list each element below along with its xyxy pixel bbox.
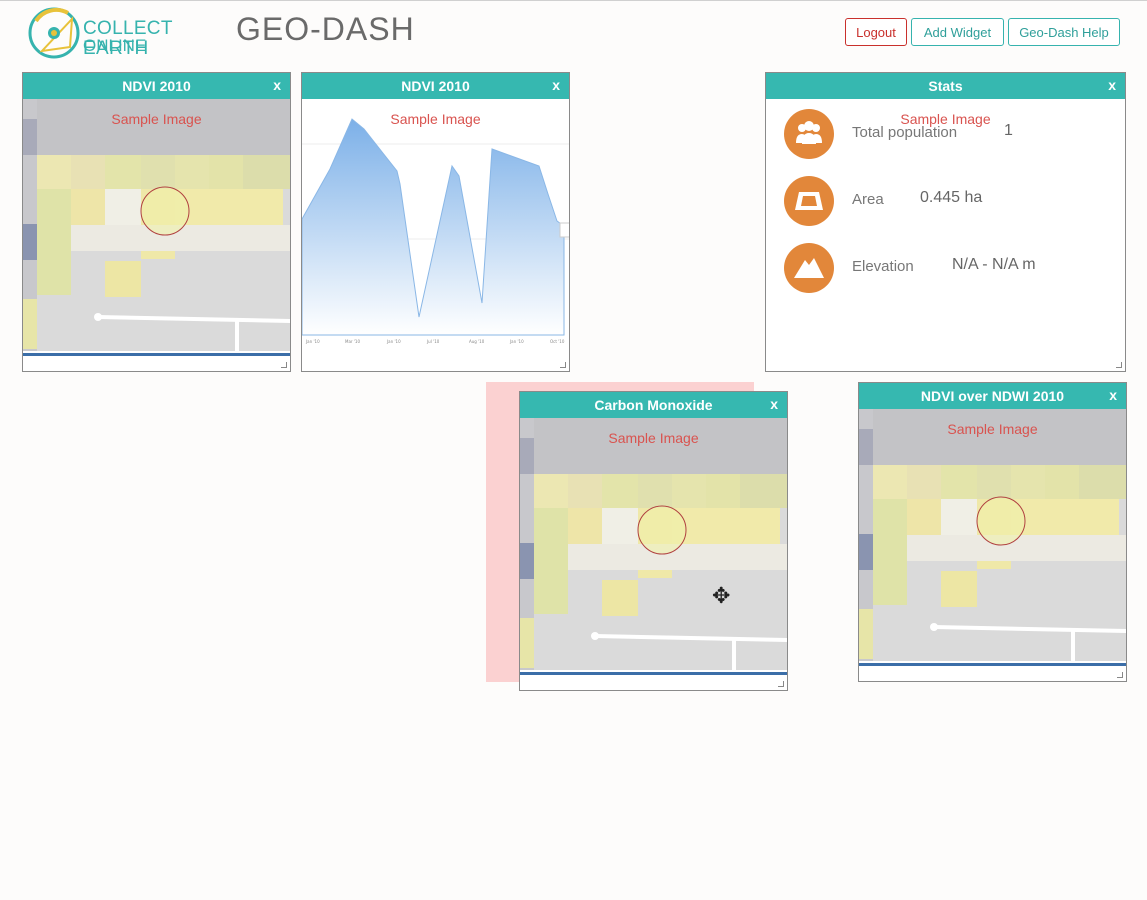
widget-ndvi-over-ndwi-2010[interactable]: NDVI over NDWI 2010 x Sample Image: [858, 382, 1127, 682]
logo-text-line2: ONLINE: [83, 36, 147, 55]
map-image[interactable]: [520, 418, 788, 670]
add-widget-button[interactable]: Add Widget: [911, 18, 1004, 46]
widget-title: Stats: [928, 78, 963, 94]
widget-header[interactable]: NDVI 2010 x: [302, 73, 569, 99]
logo-globe-icon: [28, 7, 80, 59]
collect-earth-logo[interactable]: COLLECT EARTH ONLINE: [28, 7, 224, 61]
widget-ndvi-2010-chart[interactable]: NDVI 2010 x Sample Image Jan '10 Mar '10…: [301, 72, 570, 372]
stat-row-elevation: Elevation N/A - N/A m: [784, 243, 1114, 293]
ndvi-area-chart[interactable]: Jan '10 Mar '10 Jan '10 Jul '10 Aug '10 …: [302, 99, 570, 371]
stat-value: 0.445 ha: [920, 189, 983, 206]
x-tick-label: Mar '10: [345, 339, 360, 344]
widget-title: NDVI 2010: [122, 78, 191, 94]
stat-label: Elevation: [852, 258, 914, 275]
resize-handle-icon[interactable]: [560, 362, 566, 368]
widget-title: NDVI over NDWI 2010: [920, 388, 1065, 404]
close-widget-button[interactable]: x: [273, 77, 281, 93]
widget-bottom-bar: [23, 353, 290, 356]
x-tick-label: Oct '10: [550, 339, 565, 344]
close-widget-button[interactable]: x: [1108, 77, 1116, 93]
map-image[interactable]: [859, 409, 1127, 661]
widget-stats[interactable]: Stats x Sample Image Total population 1: [765, 72, 1126, 372]
sample-image-label: Sample Image: [608, 430, 699, 446]
widget-carbon-monoxide[interactable]: Carbon Monoxide x Sample Image: [519, 391, 788, 691]
sample-image-label: Sample Image: [900, 111, 991, 127]
area-icon: [784, 176, 834, 226]
widget-header[interactable]: NDVI over NDWI 2010 x: [859, 383, 1126, 409]
move-cursor-icon: ✥: [712, 583, 731, 608]
x-tick-label: Jul '10: [426, 339, 440, 344]
widget-bottom-bar: [520, 672, 787, 675]
close-widget-button[interactable]: x: [552, 77, 560, 93]
app-title: GEO-DASH: [236, 11, 415, 47]
close-widget-button[interactable]: x: [1109, 387, 1117, 403]
x-tick-label: Jan '10: [386, 339, 401, 344]
sample-image-label: Sample Image: [947, 421, 1038, 437]
x-tick-label: Jan '10: [509, 339, 524, 344]
map-image[interactable]: [23, 99, 291, 351]
sample-image-label: Sample Image: [111, 111, 202, 127]
stat-value: N/A - N/A m: [952, 256, 1036, 273]
close-widget-button[interactable]: x: [770, 396, 778, 412]
sample-image-label: Sample Image: [390, 111, 481, 127]
resize-handle-icon[interactable]: [1116, 362, 1122, 368]
widget-title: NDVI 2010: [401, 78, 470, 94]
resize-handle-icon[interactable]: [1117, 672, 1123, 678]
elevation-icon: [784, 243, 834, 293]
logout-button[interactable]: Logout: [845, 18, 907, 46]
resize-handle-icon[interactable]: [281, 362, 287, 368]
widget-header[interactable]: NDVI 2010 x: [23, 73, 290, 99]
widget-header[interactable]: Carbon Monoxide x: [520, 392, 787, 418]
x-tick-label: Jan '10: [305, 339, 320, 344]
widget-ndvi-2010-map[interactable]: NDVI 2010 x Sample Image: [22, 72, 291, 372]
stat-row-area: Area 0.445 ha: [784, 176, 1114, 226]
resize-handle-icon[interactable]: [778, 681, 784, 687]
widget-title: Carbon Monoxide: [594, 397, 713, 413]
x-tick-label: Aug '10: [469, 339, 485, 344]
widget-bottom-bar: [859, 663, 1126, 666]
widget-header[interactable]: Stats x: [766, 73, 1125, 99]
geo-dash-help-button[interactable]: Geo-Dash Help: [1008, 18, 1120, 46]
stat-label: Area: [852, 191, 884, 208]
